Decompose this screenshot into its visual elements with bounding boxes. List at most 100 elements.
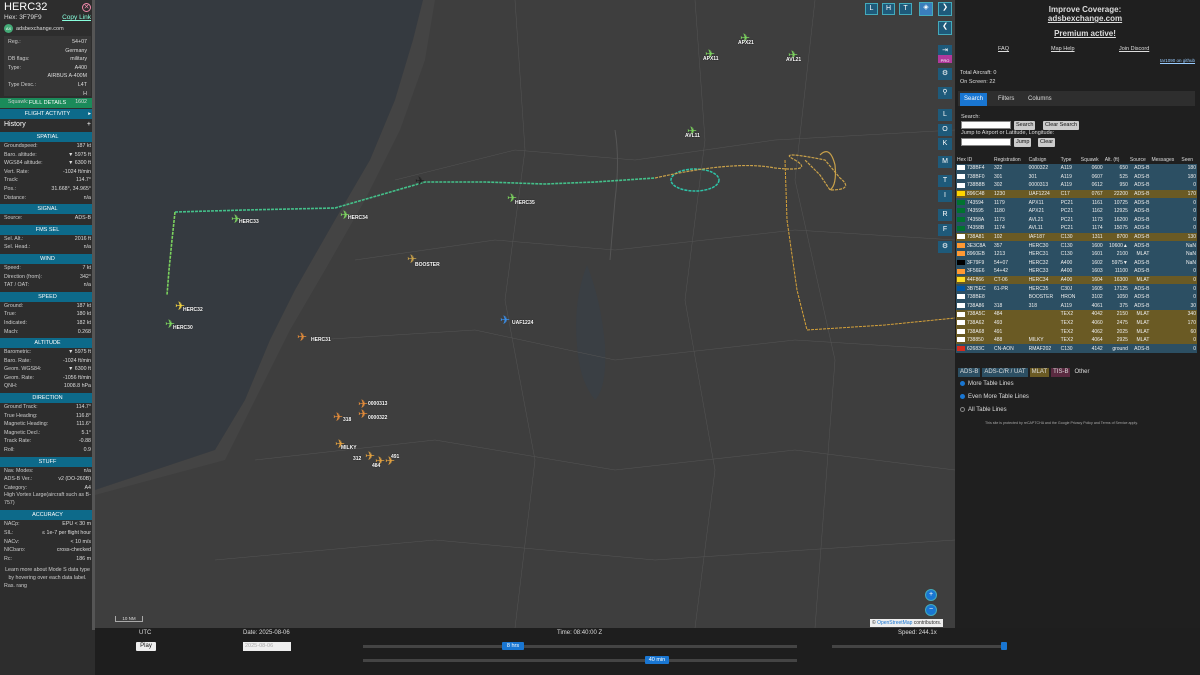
map-toggle-m-side-button[interactable]: M (938, 156, 952, 168)
map-toggle-f-side-button[interactable]: F (938, 224, 952, 236)
clear-search-button[interactable]: Clear Search (1043, 121, 1080, 130)
chevron-right-icon[interactable]: ❯ (938, 2, 952, 16)
chevron-left-icon[interactable]: ❮ (938, 21, 952, 35)
section-header-spatial[interactable]: SPATIAL (0, 132, 95, 142)
table-row[interactable]: 3F56E6 54+42 HERC33 A400 1603 11100 ADS-B 0 (956, 267, 1197, 276)
table-row[interactable]: 738A86 318 318 A119 4061 375 ADS-B 30 (956, 301, 1197, 311)
aircraft-icon[interactable]: ✈ (415, 175, 425, 187)
zoom-out-button[interactable]: − (925, 604, 937, 616)
column-header[interactable]: Squawk (1079, 156, 1104, 164)
close-icon[interactable]: ✕ (82, 2, 91, 12)
settings-icon[interactable]: ⚙ (938, 68, 952, 80)
zoom-in-button[interactable]: + (925, 589, 937, 601)
column-header[interactable]: Registration (992, 156, 1028, 164)
table-row[interactable]: 738BF0 301 301 A119 0607 525 ADS-B 180 (956, 172, 1197, 182)
section-header-stuff[interactable]: STUFF (0, 456, 95, 467)
column-header[interactable]: Seen (1180, 156, 1197, 164)
map-canvas[interactable]: ✈ APX21 ✈ APX11 ✈ AVL21 ✈ AVL11 ✈ HERC35 ✈ HERC33 ✈ H… (95, 0, 955, 628)
aircraft-icon[interactable]: ✈ (365, 450, 375, 462)
map-toggle-h-button[interactable]: H (882, 3, 895, 15)
clear-jump-button[interactable]: Clear (1038, 138, 1056, 147)
table-row[interactable]: 738A5C 484 TEX2 4042 2150 MLAT 340 (956, 310, 1197, 319)
search-input[interactable] (961, 121, 1011, 129)
section-header-speed[interactable]: SPEED (0, 291, 95, 302)
all-table-lines[interactable]: All Table Lines (960, 407, 1007, 413)
map-toggle-o-side-button[interactable]: O (938, 124, 952, 136)
options-icon[interactable]: ⚙ (938, 241, 952, 253)
flight-activity-button[interactable]: FLIGHT ACTIVITY ▸ (0, 109, 95, 119)
table-row[interactable]: 743594 1179 APX11 PC21 1161 10725 ADS-B 0 (956, 198, 1197, 207)
osm-link[interactable]: OpenStreetMap (877, 620, 912, 626)
hex-id: 74358A (967, 216, 985, 223)
improve-link[interactable]: adsbexchange.com (995, 14, 1175, 23)
column-header[interactable]: Messages (1150, 156, 1181, 164)
table-row[interactable]: 896C48 1230 UAF1224 C17 0767 22200 ADS-B 170 (956, 189, 1197, 199)
version-link[interactable]: tar1090 on github (1160, 58, 1195, 63)
table-row[interactable]: 738B8B 302 0000313 A119 0612 950 ADS-B 0 (956, 181, 1197, 190)
map-toggle-t-side-button[interactable]: T (938, 175, 952, 187)
map-toggle-i-side-button[interactable]: I (938, 190, 952, 202)
jump-input[interactable] (961, 138, 1011, 146)
map-toggle-t-button[interactable]: T (899, 3, 912, 15)
section-header-wind[interactable]: WIND (0, 253, 95, 264)
table-row[interactable]: 3B75EC 61-PR HERC35 C30J 1605 17125 ADS-B 0 (956, 284, 1197, 293)
duration-slider-handle[interactable]: 8 hrs (502, 642, 524, 650)
jump-button[interactable]: Jump (1014, 138, 1032, 147)
time-slider-handle[interactable]: 40 min (645, 656, 669, 664)
table-row[interactable]: 738A62 493 TEX2 4060 2475 MLAT 170 (956, 318, 1197, 328)
even-more-table-lines[interactable]: Even More Table Lines (960, 394, 1029, 400)
table-row[interactable]: 44F866 CT-06 HERC34 A400 1604 16300 MLAT 0 (956, 275, 1197, 285)
column-header[interactable]: Callsign (1027, 156, 1060, 164)
map-toggle-l-side-button[interactable]: L (938, 109, 952, 121)
duration-slider-track[interactable] (363, 645, 797, 648)
section-header-direction[interactable]: DIRECTION (0, 393, 95, 404)
faq-link[interactable]: FAQ (998, 46, 1009, 52)
date-input[interactable]: 2025-08-06 (243, 642, 291, 651)
column-header[interactable]: Type (1059, 156, 1080, 164)
table-row[interactable]: 738A81 102 IAF187 C130 1311 8700 ADS-B 130 (956, 232, 1197, 242)
field-value: H (83, 90, 87, 97)
section-header-accuracy[interactable]: ACCURACY (0, 510, 95, 521)
table-row[interactable]: 8960EB 1213 HERC31 C130 1601 2100 MLAT NaN (956, 249, 1197, 259)
map-toggle-k-side-button[interactable]: K (938, 138, 952, 150)
map-toggle-l-button[interactable]: L (865, 3, 878, 15)
copy-link[interactable]: Copy Link (62, 14, 91, 23)
table-row[interactable]: 738BF4 322 0000322 A119 0600 650 ADS-B 180 (956, 164, 1197, 173)
table-row[interactable]: 62683C CN-AON RMAF202 C130 4142 ground ADS-B 0 (956, 344, 1197, 354)
search-button[interactable]: Search (1014, 121, 1036, 130)
aircraft-icon[interactable]: ✈ (500, 314, 510, 326)
table-row[interactable]: 74358B 1174 AVL11 PC21 1174 15075 ADS-B 0 (956, 224, 1197, 233)
speed-slider-handle[interactable] (1001, 642, 1007, 650)
section-header-altitude[interactable]: ALTITUDE (0, 338, 95, 349)
tab-columns[interactable]: Columns (1024, 93, 1056, 106)
table-row[interactable]: 738850 488 MILKY TEX2 4064 2925 MLAT 0 (956, 335, 1197, 345)
more-table-lines[interactable]: More Table Lines (960, 381, 1014, 387)
table-row[interactable]: 3E3C8A 357 HERC30 C130 1600 10600▲ ADS-B NaN (956, 241, 1197, 250)
aircraft-icon[interactable]: ✈ (358, 408, 368, 420)
column-header[interactable]: Hex ID (956, 156, 993, 164)
speed-slider-track[interactable] (832, 645, 1007, 648)
table-row[interactable]: 3F79F9 54+07 HERC32 A400 1602 5975▼ ADS-B NaN (956, 258, 1197, 268)
table-row[interactable]: 738BE8 BOOSTER HRON 3102 1050 ADS-B 0 (956, 292, 1197, 302)
tab-filters[interactable]: Filters (994, 93, 1018, 106)
map-toggle-r-side-button[interactable]: R (938, 209, 952, 221)
column-header[interactable]: Alt. (ft) (1103, 156, 1129, 164)
hierarchy-icon[interactable]: ⚲ (938, 87, 952, 99)
section-header-fms-sel[interactable]: FMS SEL (0, 224, 95, 235)
aircraft-icon[interactable]: ✈ (297, 331, 307, 343)
history-toggle[interactable]: History + (0, 119, 95, 130)
tab-search[interactable]: Search (960, 93, 988, 106)
table-row[interactable]: 738A68 491 TEX2 4062 2025 MLAT 60 (956, 327, 1197, 336)
table-row[interactable]: 74358A 1173 AVL21 PC21 1173 16200 ADS-B 0 (956, 215, 1197, 225)
aircraft-icon[interactable]: ✈ (333, 411, 343, 423)
premium-link[interactable]: Premium active! (995, 29, 1175, 38)
table-cell: 0607 (1091, 173, 1103, 180)
join-discord-link[interactable]: Join Discord (1119, 46, 1149, 52)
table-row[interactable]: 743595 1180 APX21 PC21 1162 12925 ADS-B 0 (956, 206, 1197, 216)
time-slider-track[interactable] (363, 659, 797, 662)
play-button[interactable]: Play (136, 642, 156, 651)
column-header[interactable]: Source (1128, 156, 1151, 164)
layers-icon[interactable]: ◈ (919, 2, 933, 16)
map-help-link[interactable]: Map Help (1051, 46, 1075, 52)
section-header-signal[interactable]: SIGNAL (0, 204, 95, 215)
